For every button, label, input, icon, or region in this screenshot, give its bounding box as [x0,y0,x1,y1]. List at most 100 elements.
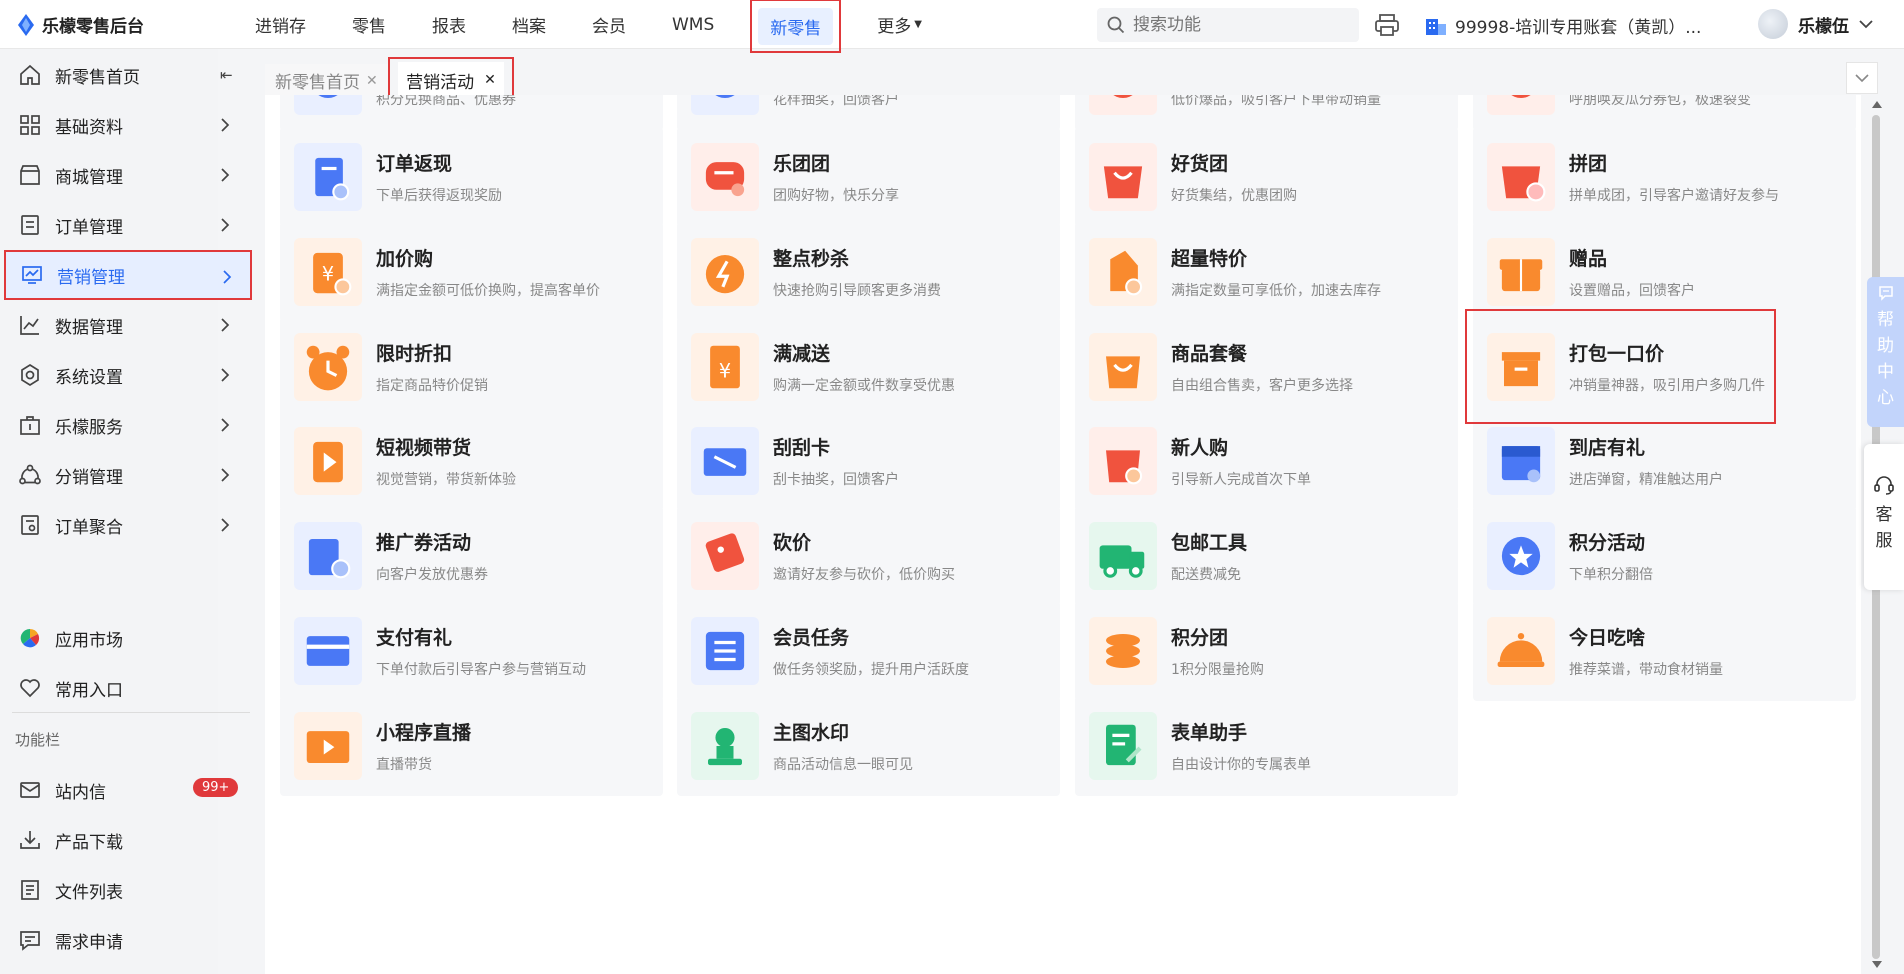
topnav-item-lingshou[interactable]: 零售 [352,0,386,49]
close-icon[interactable]: ✕ [366,73,378,89]
activity-desc: 刮卡抽奖，回馈客户 [773,472,899,488]
sidebar-item-sidebar-tools-2[interactable]: 文件列表 [4,865,252,915]
brand-logo-icon [18,13,34,36]
sidebar-item-sidebar-items-0[interactable]: 新零售首页 ⇤ [4,50,252,100]
sidebar-item-sidebar-items-8[interactable]: 分销管理 [4,450,252,500]
activity-card[interactable]: 新人购引导新人完成首次下单 [1075,411,1458,511]
topnav-item-more[interactable]: 更多 ▼ [877,0,922,49]
activity-card[interactable]: 整点秒杀 快速抢购引导顾客更多消费 [677,222,1060,322]
activity-desc: 指定商品特价促销 [376,378,488,394]
activity-card[interactable]: 砍价 邀请好友参与砍价，低价购买 [677,506,1060,606]
help-center-button[interactable]: 帮 助 中 心 [1867,277,1904,427]
topnav-item-xinlingshou[interactable]: 新零售 [750,0,842,53]
scroll-down-arrow-icon[interactable] [1872,961,1882,968]
activity-card[interactable]: 刮刮卡 刮卡抽奖，回馈客户 [677,411,1060,511]
activity-card[interactable]: 会员任务 做任务领奖励，提升用户活跃度 [677,601,1060,701]
close-icon[interactable]: ✕ [484,72,496,88]
activity-card[interactable]: 积分兑换商品、优惠券 [280,95,663,131]
activity-card[interactable]: 到店有礼 进店弹窗，精准触达用户 [1473,411,1856,511]
search-input[interactable] [1133,15,1333,35]
activity-card[interactable]: 好货团 好货集结，优惠团购 [1075,127,1458,227]
activity-card[interactable]: 表单助手 自由设计你的专属表单 [1075,696,1458,796]
sidebar-item-label: 基础资料 [55,117,123,138]
marketing-icon [22,266,42,284]
user-name: 乐檬伍 [1798,16,1849,37]
sidebar-item-sidebar-items-9[interactable]: 订单聚合 [4,500,252,550]
activity-card[interactable]: 短视频带货 视觉营销，带货新体验 [280,411,663,511]
activity-desc: 购满一定金额或件数享受优惠 [773,378,955,394]
activity-desc: 积分兑换商品、优惠券 [376,95,516,108]
activity-desc: 拼单成团，引导客户邀请好友参与 [1569,188,1779,204]
activity-card[interactable]: 订单返现 下单后获得返现奖励 [280,127,663,227]
activity-card[interactable]: 商品套餐 自由组合售卖，客户更多选择 [1075,317,1458,417]
topnav-item-dangan[interactable]: 档案 [512,0,546,49]
collapse-sidebar-icon[interactable]: ⇤ [220,66,233,84]
sidebar-item-sidebar-items-6[interactable]: 系统设置 [4,350,252,400]
sidebar-item-sidebar-items-5[interactable]: 数据管理 [4,300,252,350]
order-icon [21,215,39,235]
activity-card[interactable]: ¥ 加价购 满指定金额可低价换购，提高客单价 [280,222,663,322]
activity-icon [1089,427,1157,495]
kefu-label-char: 服 [1875,531,1893,551]
sidebar-item-sidebar-items-2[interactable]: 商城管理 [4,150,252,200]
search-box[interactable] [1097,8,1359,42]
activity-card[interactable]: ¥ 满减送 购满一定金额或件数享受优惠 [677,317,1060,417]
activity-card[interactable]: 包邮工具 配送费减免 [1075,506,1458,606]
activity-card[interactable]: 积分活动 下单积分翻倍 [1473,506,1856,606]
sidebar-item-sidebar-tools-0[interactable]: 站内信 99+ [4,765,252,815]
activity-card[interactable]: 低价爆品，吸引客户下单带动销量 [1075,95,1458,131]
sidebar-item-sidebar-extra-0[interactable]: 应用市场 [4,613,252,663]
activity-desc: 邀请好友参与砍价，低价购买 [773,567,955,583]
account-switcher[interactable]: 99998-培训专用账套（黄凯）... [1425,13,1701,38]
grid-icon [20,115,40,135]
topnav-item-jinxiaocun[interactable]: 进销存 [255,0,306,49]
topnav-label: 零售 [352,17,386,37]
sidebar-item-label: 分销管理 [55,467,123,488]
activity-card[interactable]: 今日吃啥 推荐菜谱，带动食材销量 [1473,601,1856,701]
sidebar-item-sidebar-tools-1[interactable]: 产品下载 [4,815,252,865]
scroll-up-arrow-icon[interactable] [1872,101,1882,108]
activity-card[interactable]: 推广券活动 向客户发放优惠券 [280,506,663,606]
activity-card[interactable]: 赠品 设置赠品，回馈客户 [1473,222,1856,322]
topnav-item-huiyuan[interactable]: 会员 [592,0,626,49]
sidebar-item-sidebar-items-7[interactable]: 乐檬服务 [4,400,252,450]
printer-icon[interactable] [1374,12,1400,38]
activity-icon [691,617,759,685]
activity-desc: 向客户发放优惠券 [376,567,488,583]
topnav-item-wms[interactable]: WMS [672,0,714,49]
activity-title: 新人购 [1171,437,1229,459]
activity-title: 支付有礼 [376,627,453,649]
activity-card[interactable]: 花样抽奖，回馈客户 [677,95,1060,131]
sidebar-item-sidebar-items-1[interactable]: 基础资料 [4,100,252,150]
activity-title: 到店有礼 [1569,437,1646,459]
topnav-label: 档案 [512,17,546,37]
activity-desc: 配送费减免 [1171,567,1241,583]
customer-service-button[interactable]: 客 服 [1864,444,1904,590]
topnav-item-baobiao[interactable]: 报表 [432,0,466,49]
sidebar-item-sidebar-items-3[interactable]: 订单管理 [4,200,252,250]
tabs-dropdown-button[interactable] [1846,62,1878,94]
activity-card[interactable]: 超量特价 满指定数量可享低价，加速去库存 [1075,222,1458,322]
sidebar-item-sidebar-items-4[interactable]: 营销管理 [4,250,252,300]
activity-card[interactable]: 主图水印 商品活动信息一眼可见 [677,696,1060,796]
activity-card[interactable]: 限时折扣 指定商品特价促销 [280,317,663,417]
activity-card[interactable]: 呼朋唤友瓜分券包，极速裂变 [1473,95,1856,131]
activity-card[interactable]: 积分团 1积分限量抢购 [1075,601,1458,701]
activity-icon [1487,617,1555,685]
activity-icon [691,95,759,115]
activity-card[interactable]: 拼团 拼单成团，引导客户邀请好友参与 [1473,127,1856,227]
sidebar-item-sidebar-extra-1[interactable]: 常用入口 [4,663,252,713]
sidebar-item-sidebar-tools-3[interactable]: 需求申请 [4,915,252,965]
sidebar-item-label: 应用市场 [55,630,123,651]
brand[interactable]: 乐檬零售后台 [16,12,144,37]
activity-card[interactable]: 支付有礼 下单付款后引导客户参与营销互动 [280,601,663,701]
activity-desc: 引导新人完成首次下单 [1171,472,1311,488]
tab-xinlingshou-home[interactable]: 新零售首页 ✕ [265,64,388,97]
help-label-char: 中 [1877,362,1894,382]
activity-card[interactable]: 小程序直播 直播带货 [280,696,663,796]
activity-icon [691,522,759,590]
activity-card[interactable]: 乐团团 团购好物，快乐分享 [677,127,1060,227]
activity-icon [1487,95,1555,115]
user-menu[interactable]: 乐檬伍 [1758,9,1873,39]
chevron-right-icon [221,518,230,532]
